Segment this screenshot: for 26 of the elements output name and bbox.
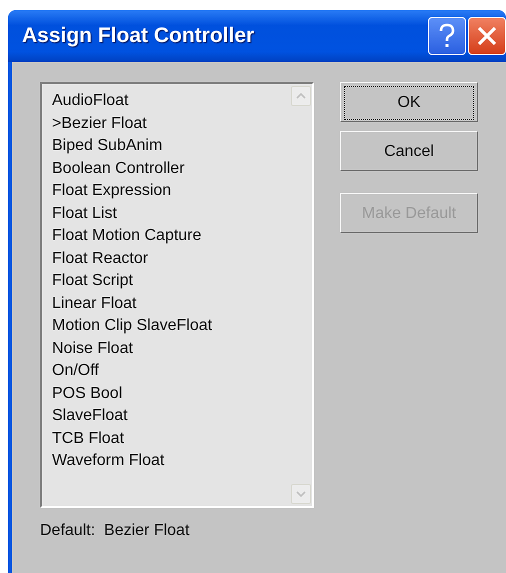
list-item[interactable]: AudioFloat [52,90,290,112]
list-item[interactable]: Linear Float [52,292,290,315]
list-item[interactable]: Float Reactor [52,248,290,270]
list-item[interactable]: Float List [52,202,290,225]
list-item[interactable]: Float Expression [52,180,290,202]
list-item[interactable]: Noise Float [52,338,290,360]
window-title: Assign Float Controller [22,24,256,48]
list-item[interactable]: Waveform Float [52,450,290,472]
close-icon [476,25,498,47]
list-item[interactable]: TCB Float [52,428,290,450]
list-item[interactable]: >Bezier Float [52,112,290,135]
close-button[interactable] [468,17,506,55]
list-item[interactable]: Motion Clip SlaveFloat [52,315,290,338]
list-item[interactable]: Boolean Controller [52,158,290,180]
dialog-button[interactable]: Cancel [340,131,478,171]
dialog-button[interactable]: OK [340,82,478,122]
help-icon [438,23,456,49]
list-item[interactable]: On/Off [52,360,290,382]
default-label: Default: Bezier Float [40,522,190,540]
list-item[interactable]: Float Motion Capture [52,225,290,248]
list-item[interactable]: SlaveFloat [52,405,290,428]
help-button[interactable] [428,17,466,55]
list-item[interactable]: Biped SubAnim [52,135,290,158]
list-item[interactable]: Float Script [52,270,290,292]
controller-list[interactable] [40,82,314,508]
list-item[interactable]: POS Bool [52,382,290,405]
